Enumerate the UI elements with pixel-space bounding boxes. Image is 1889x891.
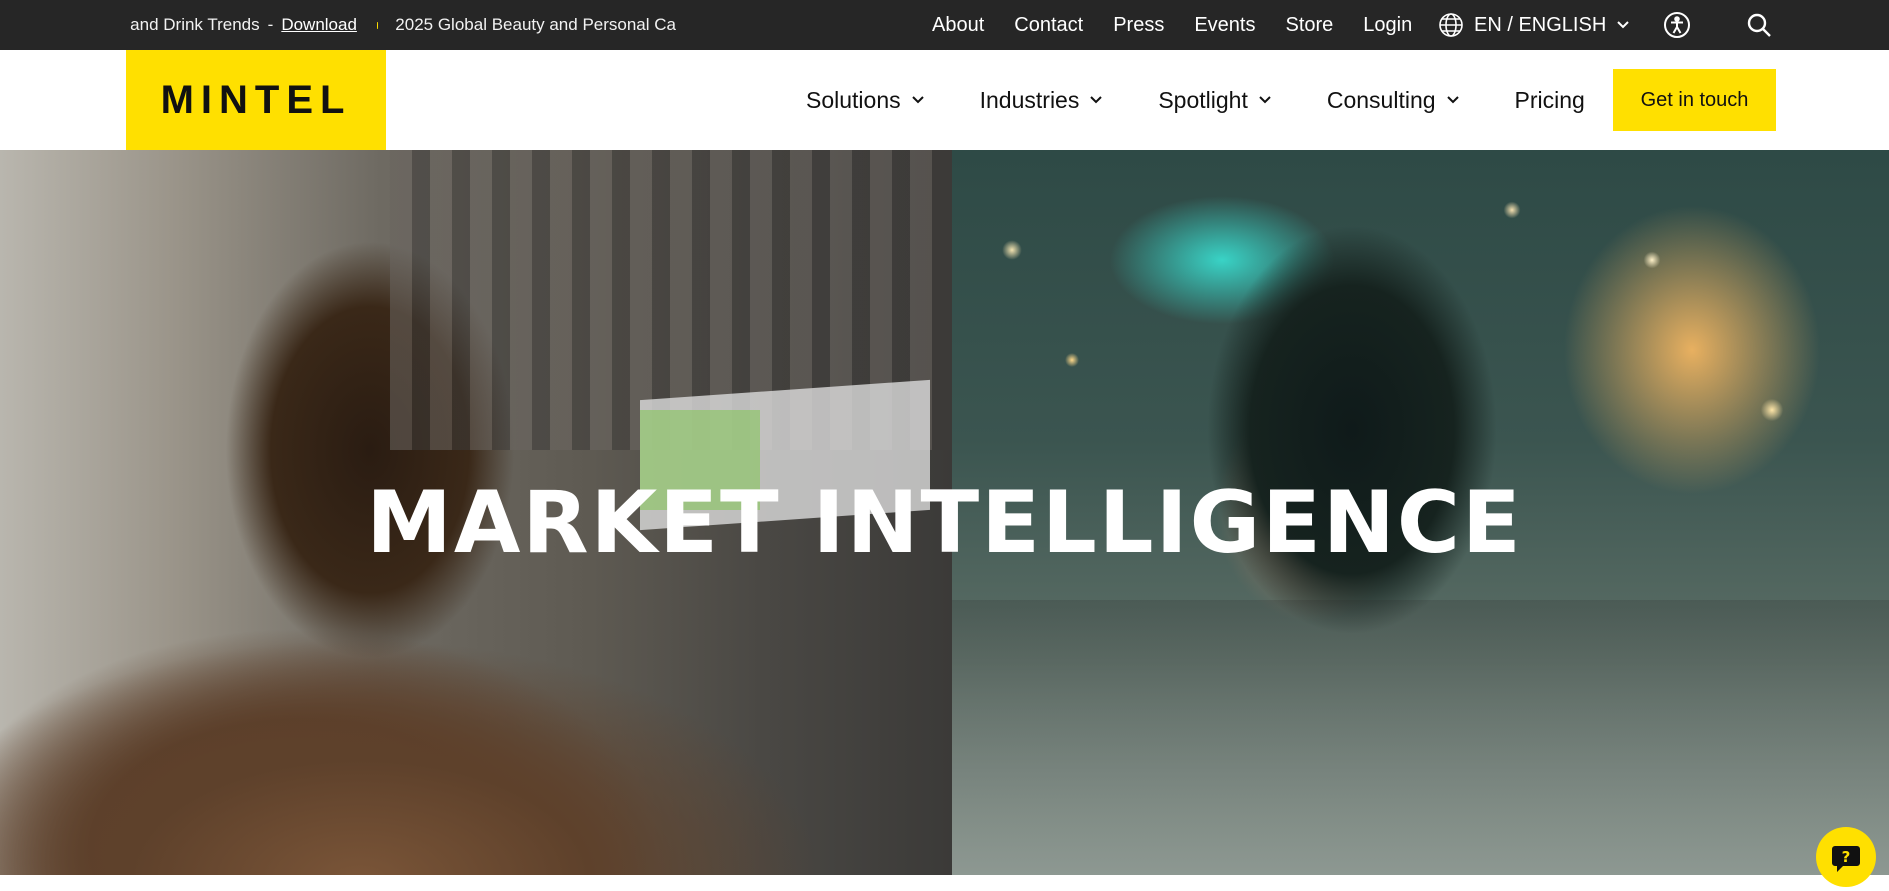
main-header: MINTEL Solutions Industries Spotlight Co…: [0, 50, 1889, 150]
search-button[interactable]: [1744, 10, 1774, 40]
ticker-separator: -: [267, 15, 274, 34]
search-icon: [1747, 13, 1771, 37]
nav-consulting[interactable]: Consulting: [1327, 87, 1460, 114]
nav-label: Industries: [979, 86, 1080, 113]
ticker-download-link[interactable]: Download: [281, 15, 357, 35]
ticker-item-text: d and Drink Trends: [126, 15, 260, 34]
ticker-item-text-2: 2025 Global Beauty and Personal Ca: [395, 15, 676, 34]
chevron-down-icon: [1446, 96, 1459, 104]
svg-text:?: ?: [1842, 848, 1851, 866]
logo-text: MINTEL: [160, 77, 352, 122]
nav-industries[interactable]: Industries: [980, 87, 1104, 114]
utility-link-login[interactable]: Login: [1363, 14, 1412, 37]
nav-spotlight[interactable]: Spotlight: [1158, 87, 1272, 114]
accessibility-button[interactable]: [1662, 10, 1692, 40]
hero-title: MARKET INTELLIGENCE: [366, 473, 1523, 573]
hero-banner: MARKET INTELLIGENCE: [0, 150, 1889, 875]
nav-label: Consulting: [1326, 86, 1436, 113]
nav-label: Spotlight: [1158, 86, 1248, 113]
main-nav: Solutions Industries Spotlight Consultin…: [806, 50, 1640, 150]
nav-pricing[interactable]: Pricing: [1515, 87, 1585, 114]
chevron-down-icon: [911, 96, 924, 104]
nav-label: Solutions: [806, 86, 901, 113]
utility-link-events[interactable]: Events: [1194, 14, 1255, 37]
utility-link-store[interactable]: Store: [1285, 14, 1333, 37]
hero-person-silhouette: [0, 620, 870, 875]
utility-bar: d and Drink Trends - Download 2025 Globa…: [0, 0, 1889, 50]
get-in-touch-button[interactable]: Get in touch: [1613, 69, 1776, 131]
utility-link-about[interactable]: About: [932, 14, 984, 37]
utility-link-press[interactable]: Press: [1113, 14, 1164, 37]
chevron-down-icon: [1090, 96, 1103, 104]
utility-link-contact[interactable]: Contact: [1014, 14, 1083, 37]
hero-crowd: [952, 600, 1889, 875]
help-question-icon: ?: [1832, 846, 1860, 872]
chevron-down-icon: [1259, 96, 1271, 104]
help-button[interactable]: ?: [1816, 827, 1876, 887]
language-label: EN / ENGLISH: [1474, 13, 1607, 36]
chevron-down-icon: [1617, 21, 1629, 29]
utility-nav: About Contact Press Events Store Login: [932, 0, 1442, 50]
language-selector[interactable]: EN / ENGLISH: [1438, 0, 1640, 50]
news-ticker: d and Drink Trends - Download 2025 Globa…: [126, 0, 676, 50]
globe-icon: [1439, 13, 1463, 37]
nav-label: Pricing: [1514, 86, 1585, 113]
mintel-logo[interactable]: MINTEL: [126, 50, 386, 150]
accessibility-icon: [1664, 12, 1690, 38]
nav-solutions[interactable]: Solutions: [806, 87, 925, 114]
